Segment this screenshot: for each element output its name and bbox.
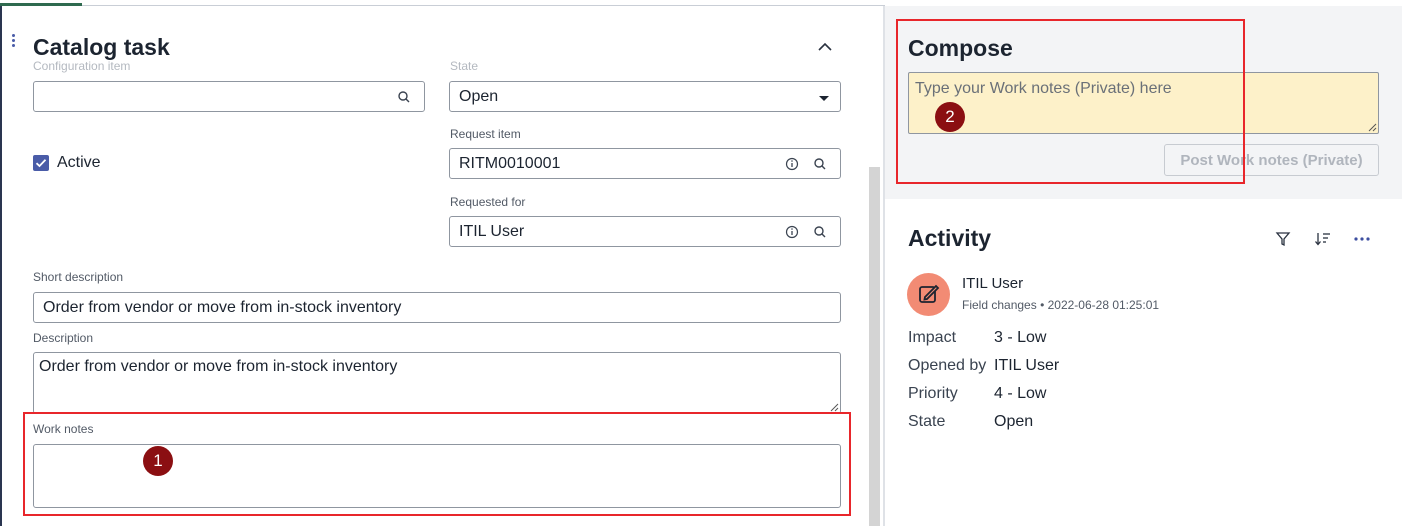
compose-placeholder: Type your Work notes (Private) here [915,80,1172,97]
compose-title: Compose [908,35,1013,61]
configuration-item-label: Configuration item [33,59,131,73]
request-item-value: RITM0010001 [459,155,561,172]
change-label: State [908,413,946,430]
compose-work-notes-input[interactable]: Type your Work notes (Private) here [908,72,1379,134]
search-icon[interactable] [396,89,412,105]
configuration-item-input[interactable] [33,81,425,112]
resize-grip-icon[interactable] [1368,123,1377,132]
change-value: 4 - Low [994,385,1047,402]
change-label: Opened by [908,357,987,374]
post-work-notes-button[interactable]: Post Work notes (Private) [1164,144,1379,176]
activity-entry-user: ITIL User [962,275,1024,292]
filter-icon[interactable] [1273,229,1293,249]
short-description-input[interactable]: Order from vendor or move from in-stock … [33,292,841,323]
activity-entry-timestamp: 2022-06-28 01:25:01 [1047,298,1160,312]
resize-grip-icon[interactable] [830,403,839,412]
request-item-input[interactable]: RITM0010001 [449,148,841,179]
requested-for-input[interactable]: ITIL User [449,216,841,247]
short-description-label: Short description [33,270,124,284]
description-label: Description [33,331,94,345]
scrollbar-thumb[interactable] [869,167,880,526]
collapse-button[interactable] [812,36,838,58]
meta-separator: • [1040,298,1045,312]
requested-for-value: ITIL User [459,223,525,240]
sort-icon[interactable] [1313,229,1333,249]
chevron-up-icon [818,42,832,51]
form-menu-icon[interactable] [12,34,18,50]
work-notes-label: Work notes [33,422,94,436]
state-value: Open [459,88,499,105]
activity-entry-meta: Field changes • 2022-06-28 01:25:01 [962,298,1159,312]
change-value: ITIL User [994,357,1060,374]
activity-title: Activity [908,225,992,251]
form-title: Catalog task [33,34,170,60]
active-label: Active [57,154,101,171]
state-label: State [450,59,479,73]
info-icon[interactable] [784,224,800,240]
request-item-label: Request item [450,127,521,141]
active-checkbox[interactable] [33,155,49,171]
change-label: Priority [908,385,958,402]
state-select[interactable]: Open [449,81,841,112]
change-label: Impact [908,329,957,346]
avatar [907,273,950,316]
search-icon[interactable] [812,156,828,172]
info-icon[interactable] [784,156,800,172]
annotation-badge-2: 2 [935,102,965,132]
checkmark-icon [35,159,47,168]
change-value: Open [994,413,1034,430]
description-textarea[interactable]: Order from vendor or move from in-stock … [33,352,841,414]
requested-for-label: Requested for [450,195,526,209]
edit-icon [919,284,940,303]
description-value: Order from vendor or move from in-stock … [39,358,398,375]
form-scrollbar[interactable] [866,6,883,526]
search-icon[interactable] [812,224,828,240]
more-icon[interactable] [1352,229,1372,249]
dropdown-caret-icon [819,96,829,101]
activity-entry-type: Field changes [962,298,1037,312]
annotation-badge-1: 1 [143,446,173,476]
short-description-value: Order from vendor or move from in-stock … [43,299,402,316]
change-value: 3 - Low [994,329,1047,346]
